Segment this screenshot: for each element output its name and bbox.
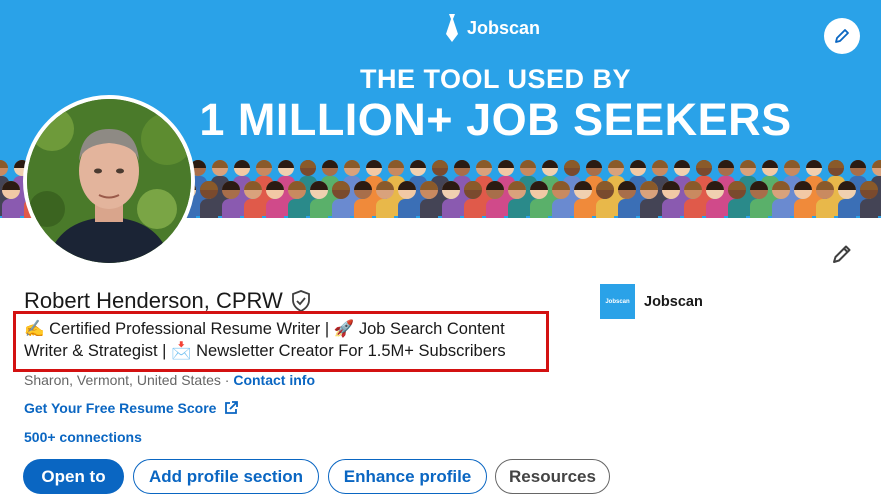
company-logo: Jobscan <box>600 284 635 319</box>
crowd-person-hair <box>476 160 492 168</box>
crowd-person-body <box>860 199 878 218</box>
crowd-person-hair <box>344 160 360 168</box>
crowd-person-body <box>2 199 20 218</box>
crowd-person-body <box>508 199 526 218</box>
crowd-person-body <box>662 199 680 218</box>
crowd-person-hair <box>410 160 426 168</box>
crowd-person-hair <box>608 160 624 168</box>
add-profile-section-button[interactable]: Add profile section <box>133 459 319 494</box>
crowd-person-body <box>618 199 636 218</box>
crowd-person-hair <box>630 160 646 168</box>
resources-button[interactable]: Resources <box>495 459 610 494</box>
avatar[interactable] <box>23 95 195 267</box>
pencil-icon <box>835 29 849 43</box>
banner-brand: Jobscan <box>467 17 541 38</box>
crowd-person-hair <box>652 160 668 168</box>
connections-link[interactable]: 500+ connections <box>24 429 142 445</box>
crowd-person-body <box>816 199 834 218</box>
crowd-person-hair <box>586 160 602 168</box>
crowd-person-body <box>486 199 504 218</box>
crowd-person-body <box>684 199 702 218</box>
contact-info-link[interactable]: Contact info <box>233 372 315 388</box>
crowd-person-hair <box>234 160 250 168</box>
crowd-person-body <box>706 199 724 218</box>
banner-tagline-top: THE TOOL USED BY <box>359 64 632 94</box>
crowd-person-hair <box>784 160 800 168</box>
crowd-person-body <box>376 199 394 218</box>
crowd-person-hair <box>388 160 404 168</box>
crowd-person-hair <box>322 160 338 168</box>
location: Sharon, Vermont, United States <box>24 372 221 388</box>
crowd-person-body <box>596 199 614 218</box>
pencil-icon <box>833 245 851 263</box>
crowd-person-body <box>530 199 548 218</box>
crowd-person-hair <box>542 160 558 168</box>
crowd-person-body <box>750 199 768 218</box>
crowd-person-hair <box>564 160 580 168</box>
crowd-person-body <box>266 199 284 218</box>
crowd-person-hair <box>278 160 294 168</box>
crowd-person-hair <box>718 160 734 168</box>
crowd-person-hair <box>762 160 778 168</box>
external-link-icon <box>225 401 239 414</box>
crowd-person-hair <box>256 160 272 168</box>
crowd-person-hair <box>432 160 448 168</box>
crowd-person-body <box>398 199 416 218</box>
crowd-person-hair <box>0 160 8 168</box>
profile-headline: ✍️ Certified Professional Resume Writer … <box>24 320 506 360</box>
crowd-person-hair <box>366 160 382 168</box>
crowd-person-hair <box>806 160 822 168</box>
crowd-person-body <box>332 199 350 218</box>
verified-shield-icon[interactable] <box>291 290 311 312</box>
crowd-person-body <box>442 199 460 218</box>
crowd-person-hair <box>872 160 881 168</box>
crowd-person-body <box>574 199 592 218</box>
website-link-label: Get Your Free Resume Score <box>24 400 217 416</box>
crowd-person-hair <box>740 160 756 168</box>
crowd-person-body <box>354 199 372 218</box>
profile-photo <box>27 99 191 263</box>
crowd-person-body <box>794 199 812 218</box>
crowd-person-hair <box>850 160 866 168</box>
crowd-person-hair <box>520 160 536 168</box>
crowd-person-hair <box>300 160 316 168</box>
crowd-person-body <box>640 199 658 218</box>
location-row: Sharon, Vermont, United States · Contact… <box>24 372 315 388</box>
edit-profile-button[interactable] <box>828 240 856 268</box>
crowd-person-body <box>200 199 218 218</box>
crowd-person-body <box>222 199 240 218</box>
edit-banner-button[interactable] <box>824 18 860 54</box>
enhance-profile-button[interactable]: Enhance profile <box>328 459 487 494</box>
crowd-person-hair <box>828 160 844 168</box>
crowd-person-body <box>772 199 790 218</box>
location-separator: · <box>220 372 234 388</box>
banner-logo: Jobscan <box>445 14 540 42</box>
jobscan-tie-icon <box>446 14 458 42</box>
website-link[interactable]: Get Your Free Resume Score <box>24 400 239 416</box>
crowd-person-body <box>838 199 856 218</box>
crowd-person-hair <box>454 160 470 168</box>
crowd-person-body <box>464 199 482 218</box>
crowd-person-body <box>310 199 328 218</box>
crowd-person-hair <box>498 160 514 168</box>
crowd-person-body <box>728 199 746 218</box>
open-to-button[interactable]: Open to <box>23 459 124 494</box>
crowd-person-body <box>552 199 570 218</box>
crowd-person-body <box>288 199 306 218</box>
crowd-person-hair <box>696 160 712 168</box>
crowd-person-body <box>420 199 438 218</box>
crowd-person-hair <box>674 160 690 168</box>
crowd-person-body <box>244 199 262 218</box>
crowd-person-hair <box>212 160 228 168</box>
current-company[interactable]: Jobscan Jobscan <box>600 284 703 319</box>
company-name: Jobscan <box>644 293 703 310</box>
